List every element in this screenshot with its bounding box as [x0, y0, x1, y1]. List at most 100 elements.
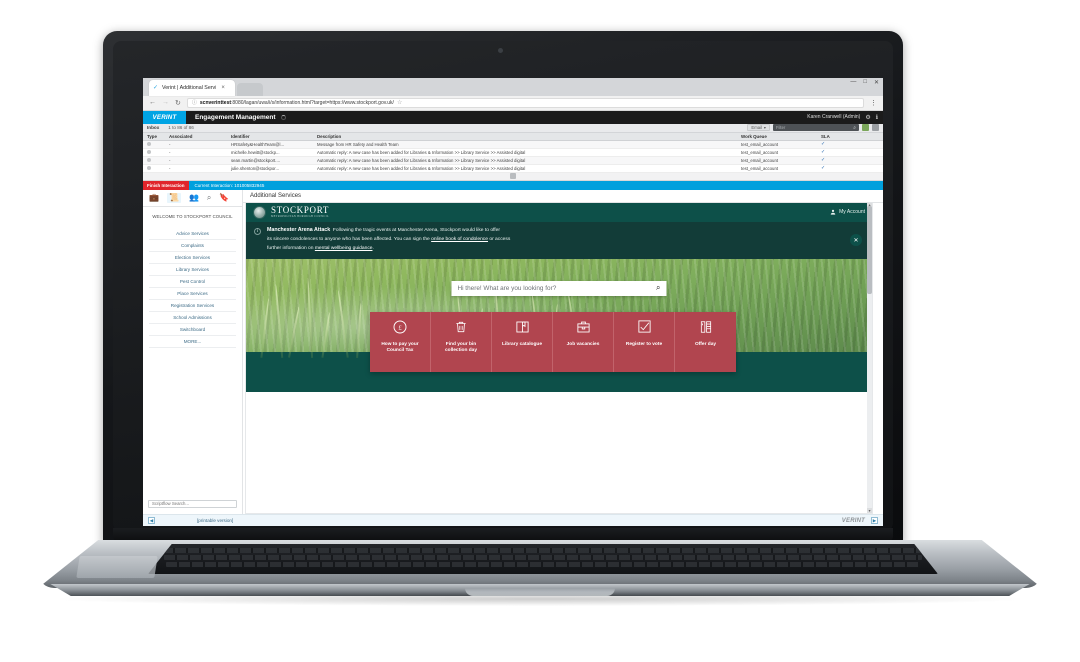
- alert-text: Manchester Arena Attack Following the tr…: [267, 226, 510, 254]
- sidebar-item-switchboard[interactable]: Switchboard: [149, 324, 236, 336]
- url-input[interactable]: ⓘ scnverinttest:8080/lagan/uwa/i/s/infor…: [186, 97, 864, 108]
- document-icon[interactable]: 📜: [166, 192, 181, 203]
- tile-offer-day[interactable]: Offer day: [675, 311, 736, 372]
- row-identifier: michelle.hewitt@stockp...: [231, 149, 280, 155]
- footer-right: VERINT ▶: [842, 517, 878, 525]
- table-row[interactable]: - michelle.hewitt@stockp... Automatic re…: [143, 149, 883, 157]
- sidebar-item-registration-services[interactable]: Registration Services: [149, 300, 236, 312]
- tile-council-tax[interactable]: £ How to pay your Council Tax: [370, 311, 431, 372]
- row-description: Automatic reply: A new case has been add…: [317, 157, 526, 163]
- site-search-input[interactable]: Hi there! What are you looking for? ⌕: [451, 280, 667, 296]
- row-description: Automatic reply: A new case has been add…: [317, 165, 526, 171]
- status-dot-icon: [147, 149, 151, 154]
- maximize-icon[interactable]: □: [863, 79, 867, 86]
- sidebar-item-school-admissions[interactable]: School Admissions: [149, 312, 236, 324]
- info-icon[interactable]: ℹ: [876, 114, 878, 121]
- laptop-trackpad: [76, 556, 158, 578]
- app-footer: ◀ [printable version] VERINT ▶: [143, 514, 883, 526]
- bookmark-icon[interactable]: 🔖: [219, 193, 229, 202]
- app-body: 💼 📜 👥 ⌕ 🔖 WELCOME TO STOCKPORT COUNCIL A…: [143, 189, 883, 515]
- inbox-filter-input[interactable]: Filter ⌕: [773, 124, 859, 132]
- column-header-work-queue[interactable]: Work Queue: [741, 134, 821, 139]
- table-row[interactable]: - sean.martin@stockport.... Automatic re…: [143, 156, 883, 165]
- expand-right-pane-button[interactable]: ▶: [871, 517, 878, 525]
- tile-library-catalogue[interactable]: Library catalogue: [492, 311, 553, 372]
- sidebar-item-advice-services[interactable]: Advice Services: [149, 228, 236, 240]
- search-icon[interactable]: ⌕: [656, 283, 660, 293]
- mental-wellbeing-guidance-link[interactable]: mental wellbeing guidance: [315, 246, 373, 251]
- right-pane: Additional Services STOCKPORT METROPOLIT…: [243, 189, 883, 515]
- browser-menu-icon[interactable]: ⋮: [870, 99, 877, 107]
- grid-toggle-icon[interactable]: [862, 124, 869, 132]
- row-type: [143, 157, 169, 163]
- grid-header-row: Type Associated Identifier Description W…: [143, 132, 883, 141]
- site-info-icon[interactable]: ⓘ: [192, 99, 197, 106]
- close-icon[interactable]: ✕: [850, 234, 862, 247]
- column-header-type[interactable]: Type: [143, 134, 169, 139]
- tile-label: Library catalogue: [502, 341, 542, 347]
- inbox-toolbar-right: Email ▾ Filter ⌕: [747, 124, 879, 132]
- tile-register-to-vote[interactable]: Register to vote: [614, 311, 675, 372]
- search-icon[interactable]: ⌕: [207, 193, 211, 202]
- verint-check-icon: ✓: [153, 84, 159, 91]
- site-scrollbar[interactable]: ▲ ▼: [867, 202, 872, 514]
- verint-app-header: VERINT Engagement Management Karen Cranw…: [143, 110, 883, 124]
- close-icon[interactable]: ×: [221, 85, 225, 91]
- browser-tab[interactable]: ✓ Verint | Additional Servi ×: [149, 79, 235, 96]
- alert-line2a: its sincere condolences to anyone who ha…: [267, 237, 432, 243]
- sidebar-item-more[interactable]: MORE...: [149, 336, 236, 348]
- stockport-crest-icon: [253, 205, 266, 219]
- minimize-icon[interactable]: —: [850, 79, 856, 86]
- grid-resize-handle[interactable]: [510, 173, 516, 180]
- check-icon: ✓: [821, 165, 826, 172]
- sidebar-item-complaints[interactable]: Complaints: [149, 240, 236, 252]
- scrollbar-thumb[interactable]: [867, 205, 872, 294]
- row-associated: -: [169, 141, 171, 147]
- tile-bin-collection[interactable]: Find your bin collection day: [431, 311, 492, 372]
- my-account-button[interactable]: My Account: [830, 209, 865, 215]
- column-header-description[interactable]: Description: [317, 134, 741, 139]
- inbox-type-dropdown[interactable]: Email ▾: [747, 124, 770, 132]
- sidebar-item-place-services[interactable]: Place Services: [149, 288, 236, 300]
- grid-footer: [143, 172, 883, 181]
- sidebar-item-library-services[interactable]: Library Services: [149, 264, 236, 276]
- tile-job-vacancies[interactable]: Job vacancies: [553, 311, 614, 372]
- back-icon[interactable]: ←: [149, 99, 156, 106]
- status-dot-icon: [147, 165, 151, 170]
- browser-window: ✓ Verint | Additional Servi × — □ ✕ ← → …: [143, 78, 883, 526]
- ballot-checkbox-icon: [636, 319, 652, 335]
- printable-version-link[interactable]: [printable version]: [197, 518, 233, 523]
- alert-line2b: or access: [487, 237, 511, 243]
- briefcase-icon[interactable]: 💼: [149, 193, 159, 202]
- briefcase-icon: [575, 319, 591, 335]
- stockport-wordmark: STOCKPORT METROPOLITAN BOROUGH COUNCIL: [271, 206, 329, 219]
- scriptflow-search-input[interactable]: [148, 499, 237, 508]
- column-header-sla[interactable]: SLA: [821, 134, 883, 139]
- gear-icon[interactable]: [872, 124, 879, 132]
- table-row[interactable]: - julie.shenton@stockpor... Automatic re…: [143, 165, 883, 173]
- sidebar-menu: Advice Services Complaints Election Serv…: [143, 228, 242, 348]
- collapse-left-pane-button[interactable]: ◀: [148, 517, 155, 525]
- reload-icon[interactable]: ↻: [175, 99, 181, 107]
- sidebar-item-pest-control[interactable]: Pest Control: [149, 276, 236, 288]
- gear-icon[interactable]: ⚙: [865, 114, 870, 121]
- info-icon: i: [254, 227, 261, 235]
- bookmark-star-icon[interactable]: ☆: [397, 99, 402, 106]
- url-rest: :8080/lagan/uwa/i/s/information.html?tar…: [231, 99, 394, 106]
- column-header-associated[interactable]: Associated: [169, 134, 231, 139]
- scroll-down-icon[interactable]: ▼: [867, 508, 872, 514]
- new-tab-button[interactable]: [237, 82, 263, 96]
- finish-interaction-button[interactable]: Finish Interaction: [143, 180, 189, 190]
- sidebar-item-election-services[interactable]: Election Services: [149, 252, 236, 264]
- close-window-icon[interactable]: ✕: [874, 79, 879, 86]
- laptop-keyboard: [148, 544, 938, 574]
- table-row[interactable]: - HRSafety&HealthTeam@l... Message from …: [143, 140, 883, 149]
- alert-line3a: further information on: [267, 246, 315, 252]
- tab-additional-services[interactable]: Additional Services: [243, 189, 883, 203]
- online-book-of-condolence-link[interactable]: online book of condolence: [431, 237, 488, 242]
- people-icon[interactable]: 👥: [189, 193, 199, 202]
- row-work-queue: test_email_account: [741, 165, 779, 171]
- search-icon[interactable]: ⌕: [853, 125, 856, 131]
- forward-icon[interactable]: →: [162, 99, 169, 106]
- column-header-identifier[interactable]: Identifier: [231, 134, 317, 139]
